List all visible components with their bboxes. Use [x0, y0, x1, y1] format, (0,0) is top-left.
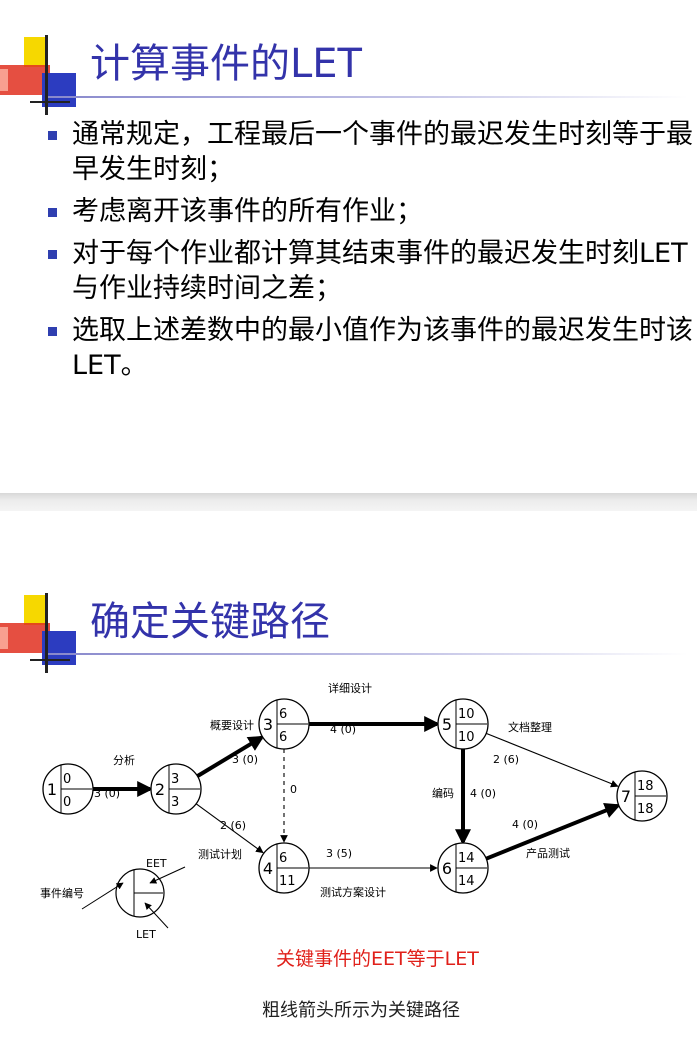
- edge-duration-label: 4 (0): [512, 818, 538, 831]
- edge-name-label: 分析: [113, 753, 135, 767]
- edge-name-label: 产品测试: [526, 846, 570, 860]
- event-number: 7: [621, 787, 631, 806]
- list-item: 对于每个作业都计算其结束事件的最迟发生时刻LET与作业持续时间之差；: [45, 236, 693, 306]
- edge-duration-label: 4 (0): [470, 787, 496, 800]
- network-diagram: 分析 3 (0) 概要设计 3 (0) 测试计划 2 (6) 0 详细设计 4 (0) 测试方案设…: [40, 681, 668, 941]
- event-node-6: 6 14 14: [437, 842, 489, 894]
- bullet-square-icon: [48, 327, 57, 336]
- bullet-square-icon: [48, 250, 57, 259]
- title-underline: [48, 653, 688, 655]
- bullet-list: 通常规定，工程最后一个事件的最迟发生时刻等于最早发生时刻； 考虑离开该事件的所有…: [45, 117, 693, 390]
- edge-duration-label: 2 (6): [493, 753, 519, 766]
- list-item: 考虑离开该事件的所有作业；: [45, 194, 693, 229]
- event-eet: 14: [458, 851, 475, 866]
- event-eet: 6: [279, 851, 287, 866]
- edge-duration-label: 4 (0): [330, 723, 356, 736]
- edge-duration-label: 2 (6): [220, 819, 246, 832]
- slide-1: 计算事件的LET 通常规定，工程最后一个事件的最迟发生时刻等于最早发生时刻； 考…: [0, 0, 697, 493]
- legend-eet-label: EET: [146, 857, 167, 870]
- title-decoration-icon: [0, 593, 76, 673]
- slide-separator: [0, 493, 697, 511]
- event-node-1: 10 0: [42, 763, 94, 815]
- edge-name-label: 编码: [432, 786, 454, 800]
- event-eet: 6: [279, 707, 287, 722]
- legend-event-label: 事件编号: [40, 886, 84, 900]
- event-number: 5: [442, 715, 452, 734]
- list-item: 选取上述差数中的最小值作为该事件的最迟发生时该LET。: [45, 313, 693, 383]
- edge-duration-label: 0: [290, 783, 297, 796]
- edge-name-label: 详细设计: [328, 681, 372, 695]
- event-number: 3: [263, 715, 273, 734]
- event-number: 2: [155, 780, 165, 799]
- edge-name-label: 测试方案设计: [320, 885, 386, 899]
- event-let: 14: [458, 874, 475, 889]
- event-let: 18: [637, 802, 654, 817]
- event-let: 11: [279, 874, 296, 889]
- title-decoration-icon: [0, 35, 76, 115]
- event-let: 0: [63, 795, 71, 810]
- slide-2: 确定关键路径 分析 3 (0) 概要设计 3 (0) 测试计划 2 (6) 0 详细设计 4 (…: [0, 511, 697, 1047]
- legend-let-label: LET: [136, 928, 156, 941]
- edge-name-label: 测试计划: [198, 848, 242, 861]
- caption-critical-path: 粗线箭头所示为关键路径: [262, 1000, 460, 1021]
- event-eet: 0: [63, 772, 71, 787]
- event-eet: 10: [458, 707, 475, 722]
- page-title: 计算事件的LET: [90, 41, 362, 87]
- event-node-7: 7 18 18: [616, 770, 668, 822]
- edge-duration-label: 3 (0): [94, 787, 120, 800]
- title-underline: [48, 96, 688, 98]
- bullet-square-icon: [48, 131, 57, 140]
- page-title: 确定关键路径: [90, 599, 330, 645]
- event-eet: 3: [171, 772, 179, 787]
- edge-duration-label: 3 (0): [232, 753, 258, 766]
- legend: EET 事件编号 LET: [40, 857, 186, 941]
- event-number: 6: [442, 859, 452, 878]
- list-item: 通常规定，工程最后一个事件的最迟发生时刻等于最早发生时刻；: [45, 117, 693, 187]
- event-let: 10: [458, 730, 475, 745]
- event-node-2: 23 3: [150, 763, 202, 815]
- event-let: 3: [171, 795, 179, 810]
- edge-name-label: 概要设计: [210, 719, 254, 732]
- edge-name-label: 文档整理: [508, 720, 552, 734]
- event-eet: 18: [637, 779, 654, 794]
- event-node-5: 5 10 10: [437, 698, 489, 750]
- caption-critical-events: 关键事件的EET等于LET: [276, 948, 479, 970]
- event-number: 1: [47, 780, 57, 799]
- bullet-square-icon: [48, 208, 57, 217]
- event-number: 4: [263, 859, 273, 878]
- event-node-3: 36 6: [258, 698, 310, 750]
- edge-duration-label: 3 (5): [326, 847, 352, 860]
- event-node-4: 46 11: [258, 842, 310, 894]
- event-let: 6: [279, 730, 287, 745]
